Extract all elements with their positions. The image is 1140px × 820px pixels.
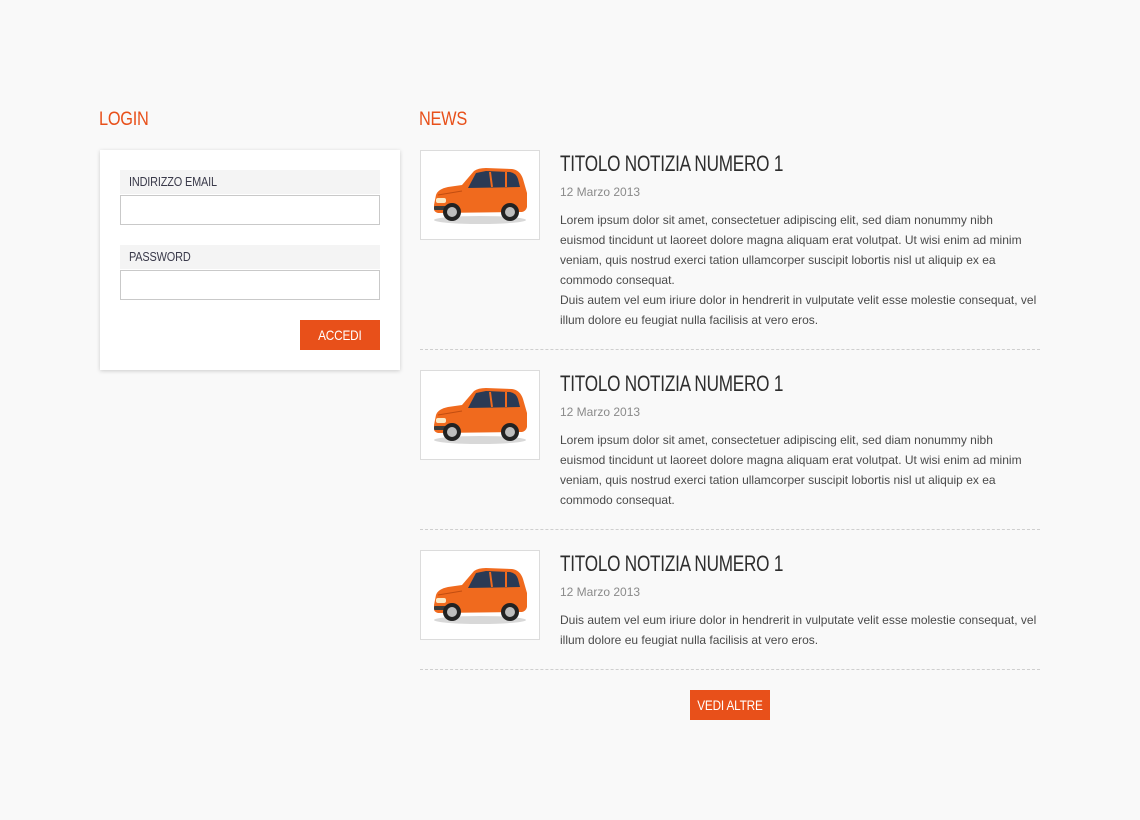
news-paragraph: Duis autem vel eum iriure dolor in hendr…	[560, 293, 1037, 327]
news-headline[interactable]: TITOLO NOTIZIA NUMERO 1	[560, 551, 783, 577]
news-body: Duis autem vel eum iriure dolor in hendr…	[560, 610, 1038, 650]
news-headline[interactable]: TITOLO NOTIZIA NUMERO 1	[560, 371, 783, 397]
news-title: NEWS	[419, 109, 467, 130]
see-more-button[interactable]: VEDI ALTRE	[690, 690, 770, 720]
login-title: LOGIN	[99, 109, 149, 130]
news-item: TITOLO NOTIZIA NUMERO 1 12 Marzo 2013 Lore…	[420, 150, 1040, 350]
news-thumbnail[interactable]	[420, 550, 540, 640]
email-label-text: INDIRIZZO EMAIL	[129, 174, 217, 189]
login-button[interactable]: ACCEDI	[300, 320, 380, 350]
news-date: 12 Marzo 2013	[560, 185, 641, 199]
news-date: 12 Marzo 2013	[560, 585, 641, 599]
login-button-label: ACCEDI	[318, 327, 362, 343]
page: LOGIN INDIRIZZO EMAIL PASSWORD ACCEDI NE…	[0, 0, 1140, 820]
email-field[interactable]	[120, 195, 380, 225]
news-date: 12 Marzo 2013	[560, 405, 641, 419]
password-label: PASSWORD	[120, 245, 380, 269]
car-image-icon	[434, 388, 527, 444]
news-paragraph: Lorem ipsum dolor sit amet, consectetuer…	[560, 213, 1022, 287]
car-image-icon	[434, 168, 527, 224]
news-item: TITOLO NOTIZIA NUMERO 1 12 Marzo 2013 Duis…	[420, 550, 1040, 670]
news-thumbnail[interactable]	[420, 150, 540, 240]
email-label: INDIRIZZO EMAIL	[120, 170, 380, 194]
password-label-text: PASSWORD	[129, 249, 191, 264]
news-body: Lorem ipsum dolor sit amet, consectetuer…	[560, 430, 1038, 510]
news-thumbnail[interactable]	[420, 370, 540, 460]
see-more-label: VEDI ALTRE	[697, 697, 763, 713]
news-body: Lorem ipsum dolor sit amet, consectetuer…	[560, 210, 1038, 330]
news-item: TITOLO NOTIZIA NUMERO 1 12 Marzo 2013 Lore…	[420, 370, 1040, 530]
news-paragraph: Lorem ipsum dolor sit amet, consectetuer…	[560, 433, 1022, 507]
car-image-icon	[434, 568, 527, 624]
login-form: INDIRIZZO EMAIL PASSWORD ACCEDI	[100, 150, 400, 370]
news-headline[interactable]: TITOLO NOTIZIA NUMERO 1	[560, 151, 783, 177]
news-paragraph: Duis autem vel eum iriure dolor in hendr…	[560, 613, 1037, 647]
password-field[interactable]	[120, 270, 380, 300]
